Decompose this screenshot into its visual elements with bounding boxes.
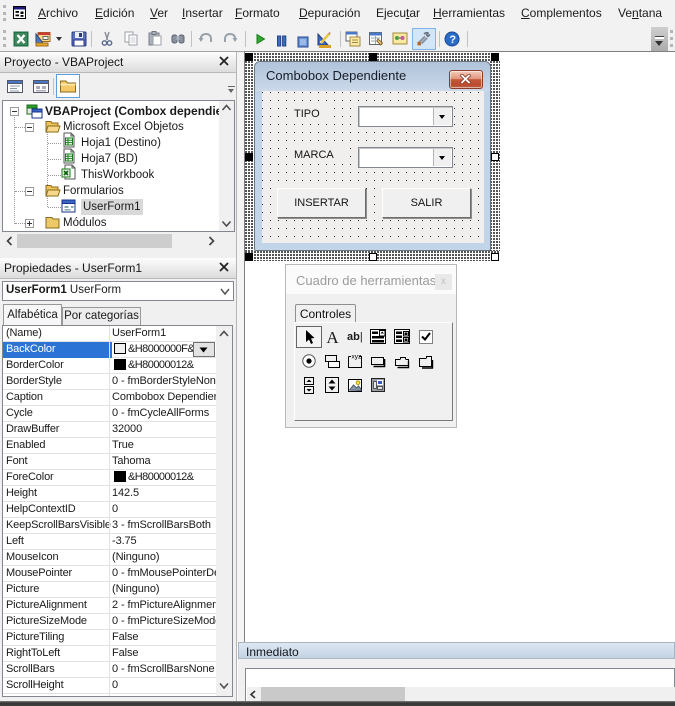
svg-text:?: ?	[449, 34, 456, 46]
svg-text:xyz: xyz	[352, 354, 362, 361]
